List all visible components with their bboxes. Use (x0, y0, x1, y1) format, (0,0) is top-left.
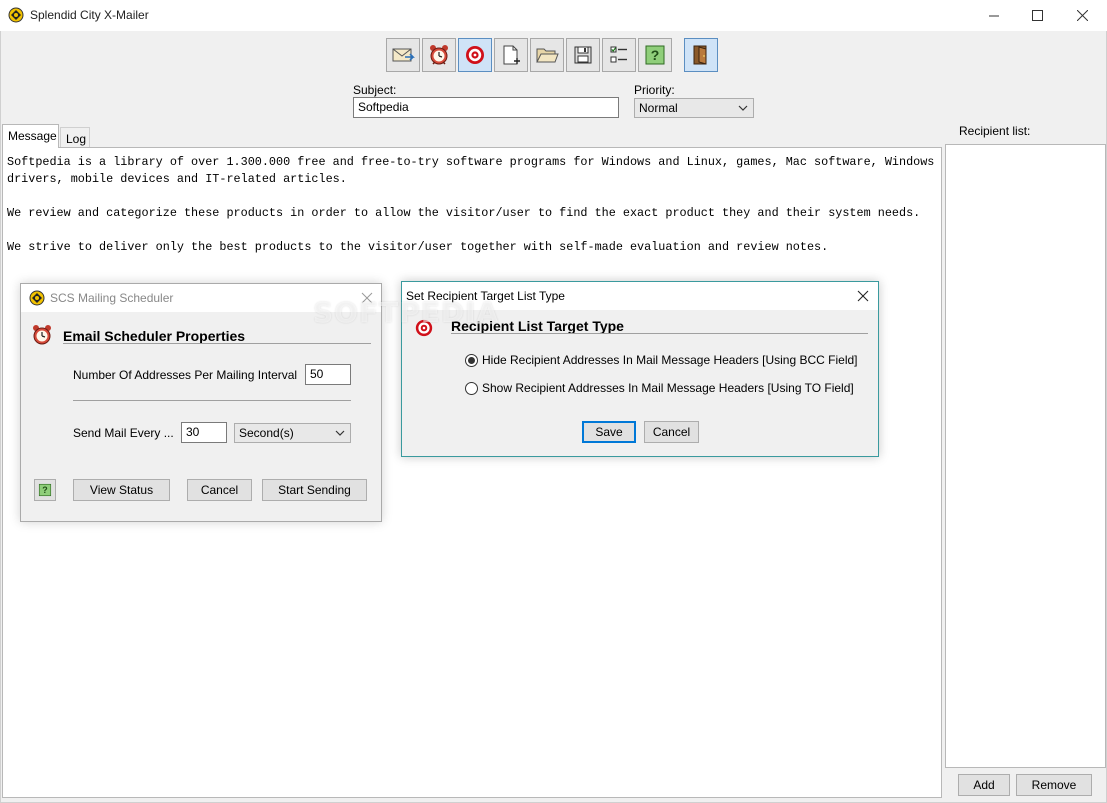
bcc-radio[interactable] (465, 354, 478, 367)
app-logo-icon (8, 7, 24, 23)
close-icon[interactable] (855, 288, 871, 304)
view-status-button[interactable]: View Status (73, 479, 170, 501)
to-option-label: Show Recipient Addresses In Mail Message… (482, 381, 854, 395)
close-icon[interactable] (359, 290, 375, 306)
exit-button[interactable] (684, 38, 718, 72)
new-document-button[interactable] (494, 38, 528, 72)
interval-unit-value: Second(s) (239, 426, 294, 440)
scheduler-cancel-button[interactable]: Cancel (187, 479, 252, 501)
help-button[interactable]: ? (638, 38, 672, 72)
target-heading: Recipient List Target Type (451, 318, 624, 334)
new-document-icon (503, 45, 520, 65)
window-title: Splendid City X-Mailer (30, 8, 149, 22)
add-recipient-button[interactable]: Add (958, 774, 1010, 796)
priority-label: Priority: (634, 83, 675, 97)
subject-input[interactable]: Softpedia (353, 97, 619, 118)
message-body-text: Softpedia is a library of over 1.300.000… (7, 155, 935, 254)
help-icon: ? (645, 45, 665, 65)
bcc-option-label: Hide Recipient Addresses In Mail Message… (482, 353, 858, 367)
save-button[interactable] (566, 38, 600, 72)
send-mail-every-label: Send Mail Every ... (73, 426, 174, 440)
maximize-button[interactable] (1014, 0, 1060, 31)
minimize-icon (989, 15, 999, 16)
priority-select[interactable]: Normal (634, 98, 754, 118)
tab-log[interactable]: Log (60, 127, 90, 148)
section-divider (73, 400, 351, 401)
start-sending-button[interactable]: Start Sending (262, 479, 367, 501)
open-folder-icon (536, 48, 559, 63)
target-dialog-titlebar: Set Recipient Target List Type (402, 282, 878, 310)
heading-divider (451, 333, 868, 334)
close-icon (1076, 10, 1088, 21)
send-interval-input[interactable]: 30 (181, 422, 227, 443)
close-button[interactable] (1059, 0, 1105, 31)
target-list-button[interactable] (458, 38, 492, 72)
svg-text:?: ? (42, 485, 47, 495)
scheduler-help-button[interactable]: ? (34, 479, 56, 501)
maximize-icon (1031, 10, 1043, 21)
priority-value: Normal (639, 101, 678, 115)
help-icon: ? (38, 483, 52, 497)
save-button[interactable]: Save (582, 421, 636, 443)
exit-door-icon (693, 45, 707, 65)
scheduler-dialog-title: SCS Mailing Scheduler (50, 291, 174, 305)
options-button[interactable] (602, 38, 636, 72)
alarm-clock-icon (33, 325, 51, 345)
scheduler-dialog: SCS Mailing Scheduler Email Scheduler Pr… (20, 283, 382, 522)
recipient-list[interactable] (945, 144, 1106, 768)
checklist-icon (610, 46, 627, 63)
subject-label: Subject: (353, 83, 397, 97)
minimize-button[interactable] (971, 0, 1017, 31)
svg-text:?: ? (651, 47, 660, 63)
send-mail-button[interactable] (386, 38, 420, 72)
send-mail-icon (392, 48, 415, 62)
scheduler-dialog-titlebar: SCS Mailing Scheduler (21, 284, 381, 312)
target-list-dialog: Set Recipient Target List Type Recipient… (401, 281, 879, 457)
title-bar: Splendid City X-Mailer (0, 0, 1107, 31)
alarm-clock-icon (430, 45, 448, 65)
target-icon (415, 319, 433, 337)
target-cancel-button[interactable]: Cancel (644, 421, 699, 443)
to-radio[interactable] (465, 382, 478, 395)
interval-unit-select[interactable]: Second(s) (234, 423, 351, 443)
scheduler-heading: Email Scheduler Properties (63, 328, 246, 344)
recipient-list-label: Recipient list: (959, 124, 1031, 138)
chevron-down-icon (738, 105, 748, 111)
open-folder-button[interactable] (530, 38, 564, 72)
target-dialog-title: Set Recipient Target List Type (406, 289, 565, 303)
scheduler-button[interactable] (422, 38, 456, 72)
app-logo-icon (29, 290, 45, 306)
save-disk-icon (574, 46, 592, 64)
tab-message[interactable]: Message (2, 124, 59, 148)
target-icon (466, 46, 484, 64)
heading-divider (63, 343, 371, 344)
addresses-per-interval-input[interactable]: 50 (305, 364, 351, 385)
chevron-down-icon (335, 430, 345, 436)
addresses-per-interval-label: Number Of Addresses Per Mailing Interval (73, 368, 298, 382)
remove-recipient-button[interactable]: Remove (1016, 774, 1092, 796)
